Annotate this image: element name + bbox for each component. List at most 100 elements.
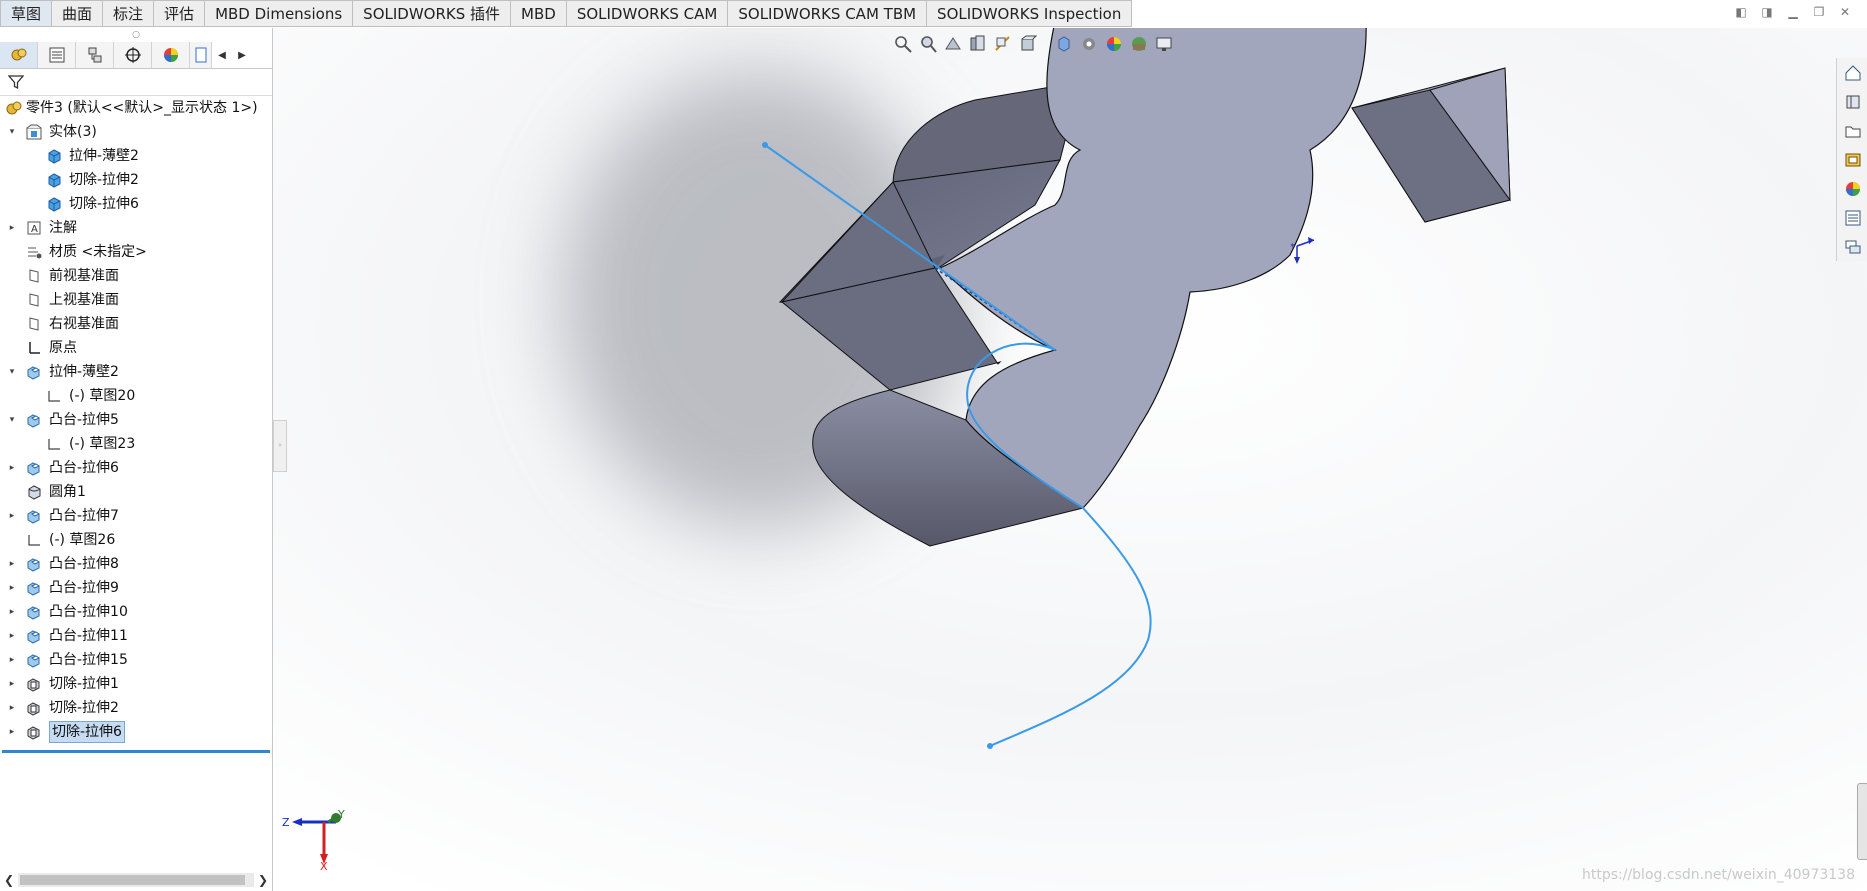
tree-item[interactable]: ▸ 切除-拉伸6 [0, 720, 272, 744]
panel-resize-handle[interactable]: ○ [0, 28, 272, 42]
display-manager-tab[interactable] [152, 42, 190, 68]
previous-view-icon[interactable] [943, 34, 963, 54]
tree-item[interactable]: 上视基准面 [0, 288, 272, 312]
window-tile-right-icon[interactable]: ◨ [1759, 4, 1775, 20]
expand-arrow-icon[interactable]: ▸ [6, 504, 18, 528]
collapse-arrow-icon[interactable]: ▾ [6, 360, 18, 384]
tree-filter[interactable] [0, 69, 272, 96]
feature-manager-tab[interactable] [0, 42, 38, 68]
tree-item[interactable]: ▸ 凸台-拉伸6 [0, 456, 272, 480]
spline-endpoint[interactable] [987, 743, 993, 749]
panel-horizontal-scrollbar[interactable]: ❮ ❯ [0, 869, 272, 891]
tree-item[interactable]: ▾ 实体(3) [0, 120, 272, 144]
cam-tab[interactable] [190, 42, 212, 68]
ribbon-tab[interactable]: MBD Dimensions [205, 0, 354, 27]
rollback-bar[interactable] [2, 750, 270, 753]
tree-item[interactable]: ▸ 凸台-拉伸10 [0, 600, 272, 624]
scroll-left-icon[interactable]: ❮ [0, 873, 18, 887]
tree-root[interactable]: 零件3 (默认<<默认>_显示状态 1>) [0, 96, 272, 120]
custom-properties-icon [1845, 210, 1860, 225]
ribbon-tab[interactable]: SOLIDWORKS CAM [566, 0, 729, 27]
close-icon[interactable]: ✕ [1837, 4, 1853, 20]
tree-item[interactable]: 前视基准面 [0, 264, 272, 288]
tree-item[interactable]: (-) 草图23 [0, 432, 272, 456]
scroll-thumb[interactable] [20, 875, 245, 885]
expand-arrow-icon[interactable]: ▸ [6, 456, 18, 480]
collapse-arrow-icon[interactable]: ▾ [6, 120, 18, 144]
model-canvas[interactable]: * Z Y X [273, 28, 1867, 891]
view-orientation-icon[interactable] [1018, 34, 1038, 54]
ribbon-tab[interactable]: SOLIDWORKS Inspection [927, 0, 1133, 27]
task-pane-appearances-tab[interactable] [1837, 174, 1867, 203]
task-pane-forum-tab[interactable] [1837, 232, 1867, 261]
ribbon-tab[interactable]: 标注 [103, 0, 155, 27]
panel-tabs-right-arrow[interactable]: ▶ [232, 42, 252, 68]
panel-collapse-handle[interactable]: ◦ [273, 420, 287, 472]
tree-item[interactable]: 材质 <未指定> [0, 240, 272, 264]
minimize-icon[interactable]: ▁ [1785, 4, 1801, 20]
tree-item[interactable]: 拉伸-薄壁2 [0, 144, 272, 168]
ribbon-tab[interactable]: SOLIDWORKS 插件 [353, 0, 512, 27]
ribbon-tab[interactable]: SOLIDWORKS CAM TBM [728, 0, 928, 27]
view-settings-icon[interactable] [1154, 34, 1174, 54]
tree-item[interactable]: ▸ 切除-拉伸2 [0, 696, 272, 720]
tree-item[interactable]: 切除-拉伸2 [0, 168, 272, 192]
tree-item[interactable]: ▸ A 注解 [0, 216, 272, 240]
tree-item[interactable]: ▸ 凸台-拉伸15 [0, 648, 272, 672]
tree-item[interactable]: (-) 草图26 [0, 528, 272, 552]
spline-endpoint[interactable] [762, 142, 768, 148]
expand-arrow-icon[interactable]: ▸ [6, 216, 18, 240]
tree-item[interactable]: ▸ 切除-拉伸1 [0, 672, 272, 696]
zoom-to-area-icon[interactable] [918, 34, 938, 54]
cut-extrude-icon [27, 678, 40, 692]
window-tile-left-icon[interactable]: ◧ [1733, 4, 1749, 20]
ribbon-tab[interactable]: MBD [511, 0, 567, 27]
property-manager-tab[interactable] [38, 42, 76, 68]
ribbon-tab[interactable]: 评估 [154, 0, 206, 27]
expand-arrow-icon[interactable]: ▸ [6, 576, 18, 600]
scroll-right-icon[interactable]: ❯ [254, 873, 272, 887]
tree-item[interactable]: ▸ 凸台-拉伸9 [0, 576, 272, 600]
tree-item[interactable]: 原点 [0, 336, 272, 360]
task-pane-file-explorer-tab[interactable] [1837, 116, 1867, 145]
tree-item[interactable]: (-) 草图20 [0, 384, 272, 408]
display-style-icon[interactable] [1054, 34, 1074, 54]
expand-arrow-icon[interactable]: ▸ [6, 672, 18, 696]
task-pane-custom-properties-tab[interactable] [1837, 203, 1867, 232]
graphics-area[interactable]: * Z Y X https://blog.csdn.net/weixin_409… [273, 28, 1867, 891]
task-pane-view-palette-tab[interactable] [1837, 145, 1867, 174]
ribbon-tab[interactable]: 曲面 [52, 0, 104, 27]
dynamic-annotation-icon[interactable] [993, 34, 1013, 54]
tree-item[interactable]: ▾ 拉伸-薄壁2 [0, 360, 272, 384]
tree-item[interactable]: 切除-拉伸6 [0, 192, 272, 216]
task-pane-resources-tab[interactable] [1837, 87, 1867, 116]
collapse-arrow-icon[interactable]: ▾ [6, 408, 18, 432]
panel-tabs-left-arrow[interactable]: ◀ [212, 42, 232, 68]
expand-arrow-icon[interactable]: ▸ [6, 720, 18, 744]
hide-show-items-icon[interactable] [1079, 34, 1099, 54]
tree-item[interactable]: 圆角1 [0, 480, 272, 504]
ribbon-tab[interactable]: 草图 [0, 0, 53, 27]
tree-item[interactable]: ▾ 凸台-拉伸5 [0, 408, 272, 432]
configuration-manager-tab[interactable] [76, 42, 114, 68]
section-view-icon[interactable] [968, 34, 988, 54]
tree-item[interactable]: ▸ 凸台-拉伸11 [0, 624, 272, 648]
task-pane-home-tab[interactable] [1837, 58, 1867, 87]
appearances-icon [1845, 181, 1860, 196]
tree-item[interactable]: ▸ 凸台-拉伸8 [0, 552, 272, 576]
dimxpert-manager-tab[interactable] [114, 42, 152, 68]
scroll-track[interactable] [18, 873, 254, 887]
edit-appearance-icon[interactable] [1104, 34, 1124, 54]
expand-arrow-icon[interactable]: ▸ [6, 648, 18, 672]
expand-arrow-icon[interactable]: ▸ [6, 624, 18, 648]
sketch-icon [48, 391, 60, 402]
tree-item[interactable]: ▸ 凸台-拉伸7 [0, 504, 272, 528]
restore-icon[interactable]: ❐ [1811, 4, 1827, 20]
apply-scene-icon[interactable] [1129, 34, 1149, 54]
expand-arrow-icon[interactable]: ▸ [6, 696, 18, 720]
expand-arrow-icon[interactable]: ▸ [6, 600, 18, 624]
viewport-side-scroll[interactable] [1857, 783, 1867, 860]
tree-item[interactable]: 右视基准面 [0, 312, 272, 336]
zoom-to-fit-icon[interactable] [893, 34, 913, 54]
expand-arrow-icon[interactable]: ▸ [6, 552, 18, 576]
